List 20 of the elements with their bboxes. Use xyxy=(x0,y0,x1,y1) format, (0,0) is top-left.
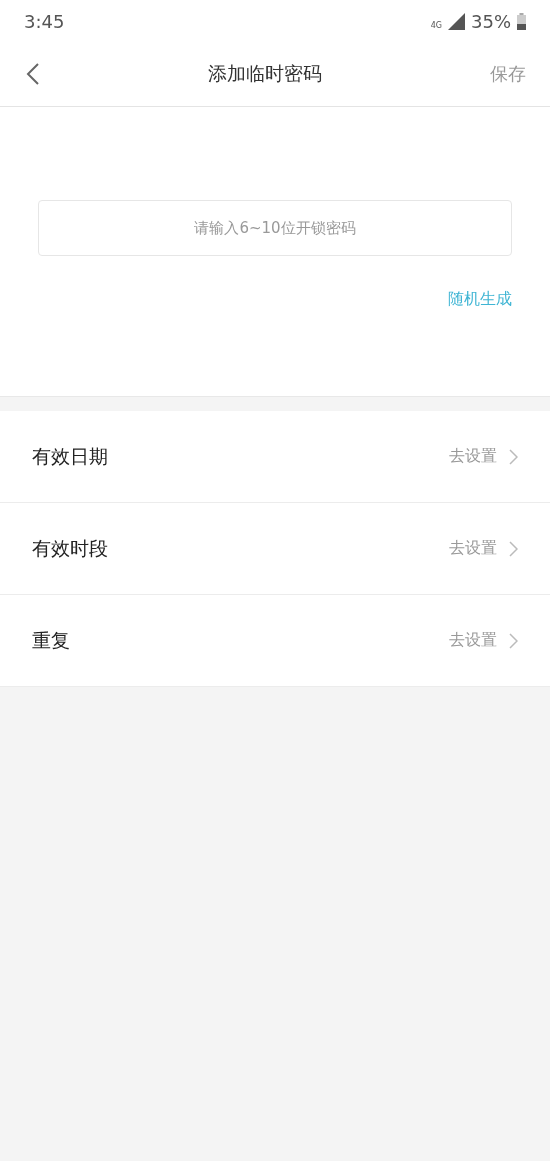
page-title: 添加临时密码 xyxy=(208,61,322,86)
setting-value: 去设置 xyxy=(449,538,497,559)
password-field[interactable]: 请输入6~10位开锁密码 xyxy=(38,200,512,256)
setting-value: 去设置 xyxy=(449,630,497,651)
settings-row[interactable]: 重复 去设置 xyxy=(0,595,550,687)
chevron-right-icon xyxy=(509,448,518,465)
setting-label: 有效日期 xyxy=(32,443,108,469)
status-time: 3:45 xyxy=(24,10,65,32)
settings-row[interactable]: 有效日期 去设置 xyxy=(0,411,550,503)
chevron-right-icon xyxy=(509,540,518,557)
network-label: 4G xyxy=(430,20,442,30)
chevron-right-icon xyxy=(509,632,518,649)
signal-icon xyxy=(448,12,465,30)
setting-label: 有效时段 xyxy=(32,535,108,561)
back-icon[interactable] xyxy=(26,63,40,85)
setting-value: 去设置 xyxy=(449,446,497,467)
battery-icon xyxy=(517,12,526,30)
setting-label: 重复 xyxy=(32,627,70,653)
battery-percent: 35% xyxy=(471,10,511,32)
settings-row[interactable]: 有效时段 去设置 xyxy=(0,503,550,595)
